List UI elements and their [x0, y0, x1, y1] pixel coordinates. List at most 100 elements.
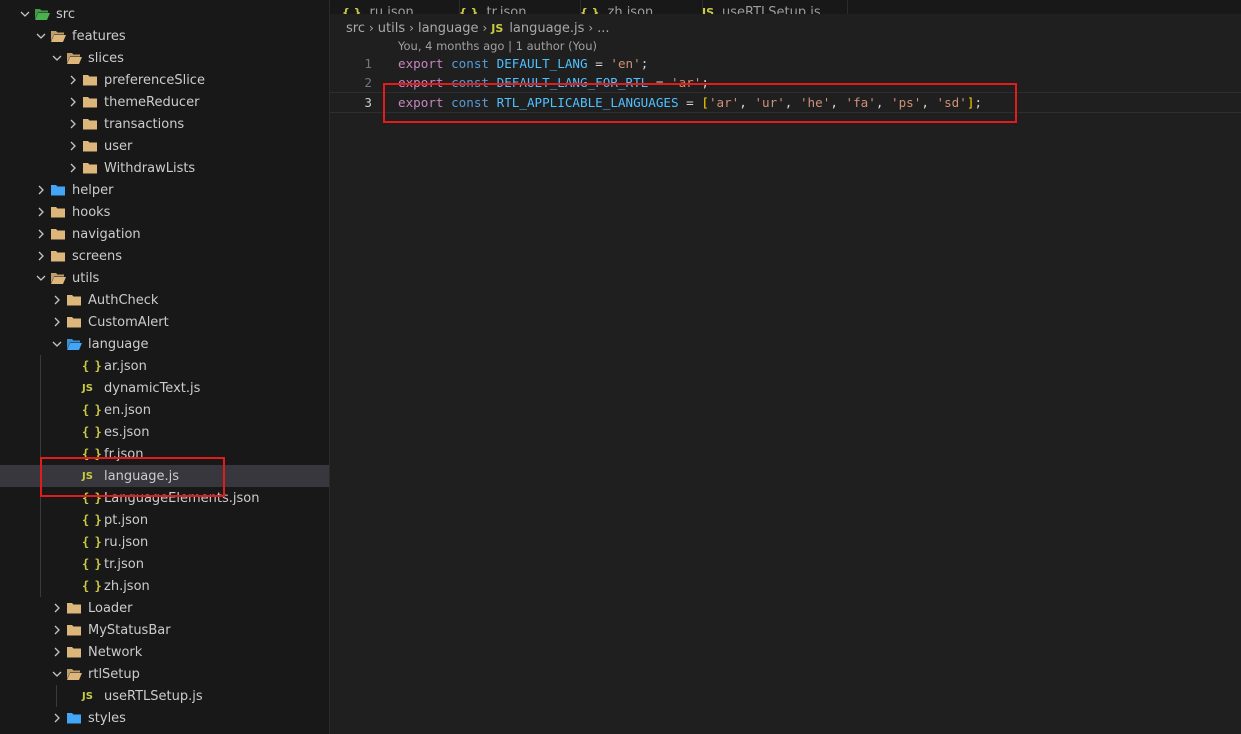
breadcrumb-item[interactable]: language — [418, 21, 479, 36]
tree-folder[interactable]: src — [0, 3, 329, 25]
tree-folder[interactable]: Loader — [0, 597, 329, 619]
chevron-right-icon[interactable] — [50, 289, 64, 311]
tree-folder[interactable]: transactions — [0, 113, 329, 135]
tree-item-label: AuthCheck — [88, 292, 159, 308]
chevron-down-icon[interactable] — [50, 333, 64, 355]
code-token: = — [587, 56, 611, 71]
tree-folder[interactable]: preferenceSlice — [0, 69, 329, 91]
tree-folder[interactable]: rtlSetup — [0, 663, 329, 685]
code-token: ; — [974, 95, 983, 110]
tree-item-label: zh.json — [104, 578, 150, 594]
code-line[interactable]: 3 export const RTL_APPLICABLE_LANGUAGES =… — [330, 92, 1241, 113]
chevron-right-icon[interactable] — [66, 157, 80, 179]
tree-file[interactable]: JS dynamicText.js — [0, 377, 329, 399]
chevron-down-icon[interactable] — [50, 663, 64, 685]
tree-file[interactable]: { } ru.json — [0, 531, 329, 553]
tree-item-label: preferenceSlice — [104, 72, 205, 88]
tree-folder[interactable]: user — [0, 135, 329, 157]
code-line[interactable]: 2 export const DEFAULT_LANG_FOR_RTL = 'ar… — [330, 73, 1241, 92]
chevron-right-icon[interactable] — [34, 201, 48, 223]
tree-file[interactable]: { } fr.json — [0, 443, 329, 465]
javascript-file-icon: JS — [702, 6, 715, 14]
folder-icon — [50, 204, 66, 220]
tree-folder[interactable]: screens — [0, 245, 329, 267]
tree-folder[interactable]: CustomAlert — [0, 311, 329, 333]
tree-file[interactable]: { } LanguageElements.json — [0, 487, 329, 509]
tree-folder[interactable]: slices — [0, 47, 329, 69]
breadcrumb-item[interactable]: utils — [378, 21, 405, 36]
chevron-right-icon[interactable] — [34, 223, 48, 245]
tree-folder[interactable]: features — [0, 25, 329, 47]
tree-file[interactable]: JS useRTLSetup.js — [0, 685, 329, 707]
folder-open-icon — [50, 270, 66, 286]
editor-tab[interactable]: { } tr.json — [447, 0, 581, 14]
editor-tab[interactable]: { } ru.json — [330, 0, 460, 14]
tree-item-label: CustomAlert — [88, 314, 169, 330]
chevron-right-icon[interactable] — [66, 91, 80, 113]
tab-label: useRTLSetup.js — [722, 5, 821, 14]
code-token: [ — [701, 95, 709, 110]
tree-item-label: features — [72, 28, 126, 44]
chevron-right-icon[interactable] — [66, 113, 80, 135]
folder-icon — [66, 314, 82, 330]
git-blame-annotation[interactable]: You, 4 months ago | 1 author (You) — [398, 39, 597, 53]
folder-icon — [66, 292, 82, 308]
tree-folder[interactable]: navigation — [0, 223, 329, 245]
chevron-right-icon[interactable] — [50, 619, 64, 641]
indent-guide — [40, 355, 41, 597]
chevron-right-icon[interactable] — [50, 707, 64, 729]
breadcrumb-item[interactable]: src — [346, 21, 365, 36]
tree-folder[interactable]: WithdrawLists — [0, 157, 329, 179]
tree-file[interactable]: { } zh.json — [0, 575, 329, 597]
tree-file[interactable]: JS language.js — [0, 465, 329, 487]
tree-file[interactable]: { } ar.json — [0, 355, 329, 377]
tree-folder[interactable]: language — [0, 333, 329, 355]
code-token: , — [784, 95, 800, 110]
chevron-down-icon[interactable] — [34, 267, 48, 289]
javascript-file-icon: JS — [82, 382, 93, 394]
chevron-right-icon[interactable] — [34, 245, 48, 267]
code-token: export — [398, 56, 444, 71]
code-editor[interactable]: src › utils › language › JS language.js ›... You… — [330, 14, 1241, 734]
breadcrumb-file[interactable]: language.js — [509, 21, 584, 36]
code-token: , — [875, 95, 891, 110]
tree-folder[interactable]: hooks — [0, 201, 329, 223]
tree-item-label: fr.json — [104, 446, 144, 462]
code-token: ; — [640, 56, 649, 71]
chevron-right-icon[interactable] — [50, 641, 64, 663]
chevron-right-icon[interactable] — [66, 135, 80, 157]
tree-folder[interactable]: MyStatusBar — [0, 619, 329, 641]
chevron-down-icon[interactable] — [50, 47, 64, 69]
chevron-down-icon[interactable] — [34, 25, 48, 47]
code-line[interactable]: 1 export const DEFAULT_LANG = 'en'; — [330, 54, 1241, 73]
breadcrumb-symbol[interactable]: ... — [597, 21, 609, 36]
tree-folder[interactable]: AuthCheck — [0, 289, 329, 311]
chevron-down-icon[interactable] — [18, 3, 32, 25]
json-file-icon: { } — [82, 535, 102, 549]
tree-file[interactable]: { } es.json — [0, 421, 329, 443]
tree-file[interactable]: { } pt.json — [0, 509, 329, 531]
code-token: 'fa' — [845, 95, 876, 110]
code-token: 'sd' — [936, 95, 967, 110]
code-text: export const DEFAULT_LANG = 'en'; — [398, 56, 648, 71]
chevron-right-icon[interactable] — [66, 69, 80, 91]
tree-folder[interactable]: Network — [0, 641, 329, 663]
tree-folder[interactable]: styles — [0, 707, 329, 729]
tree-folder[interactable]: themeReducer — [0, 91, 329, 113]
editor-tab[interactable]: { } zh.json — [568, 0, 703, 14]
chevron-right-icon[interactable] — [50, 597, 64, 619]
tree-item-label: styles — [88, 710, 126, 726]
tree-folder[interactable]: helper — [0, 179, 329, 201]
tree-file[interactable]: { } en.json — [0, 399, 329, 421]
tab-label: tr.json — [486, 5, 527, 14]
line-number: 2 — [364, 75, 372, 90]
tree-file[interactable]: { } tr.json — [0, 553, 329, 575]
tree-item-label: dynamicText.js — [104, 380, 201, 396]
editor-tab[interactable]: JS useRTLSetup.js — [690, 0, 848, 14]
tree-folder[interactable]: utils — [0, 267, 329, 289]
chevron-right-icon[interactable] — [34, 179, 48, 201]
chevron-right-icon[interactable] — [50, 311, 64, 333]
